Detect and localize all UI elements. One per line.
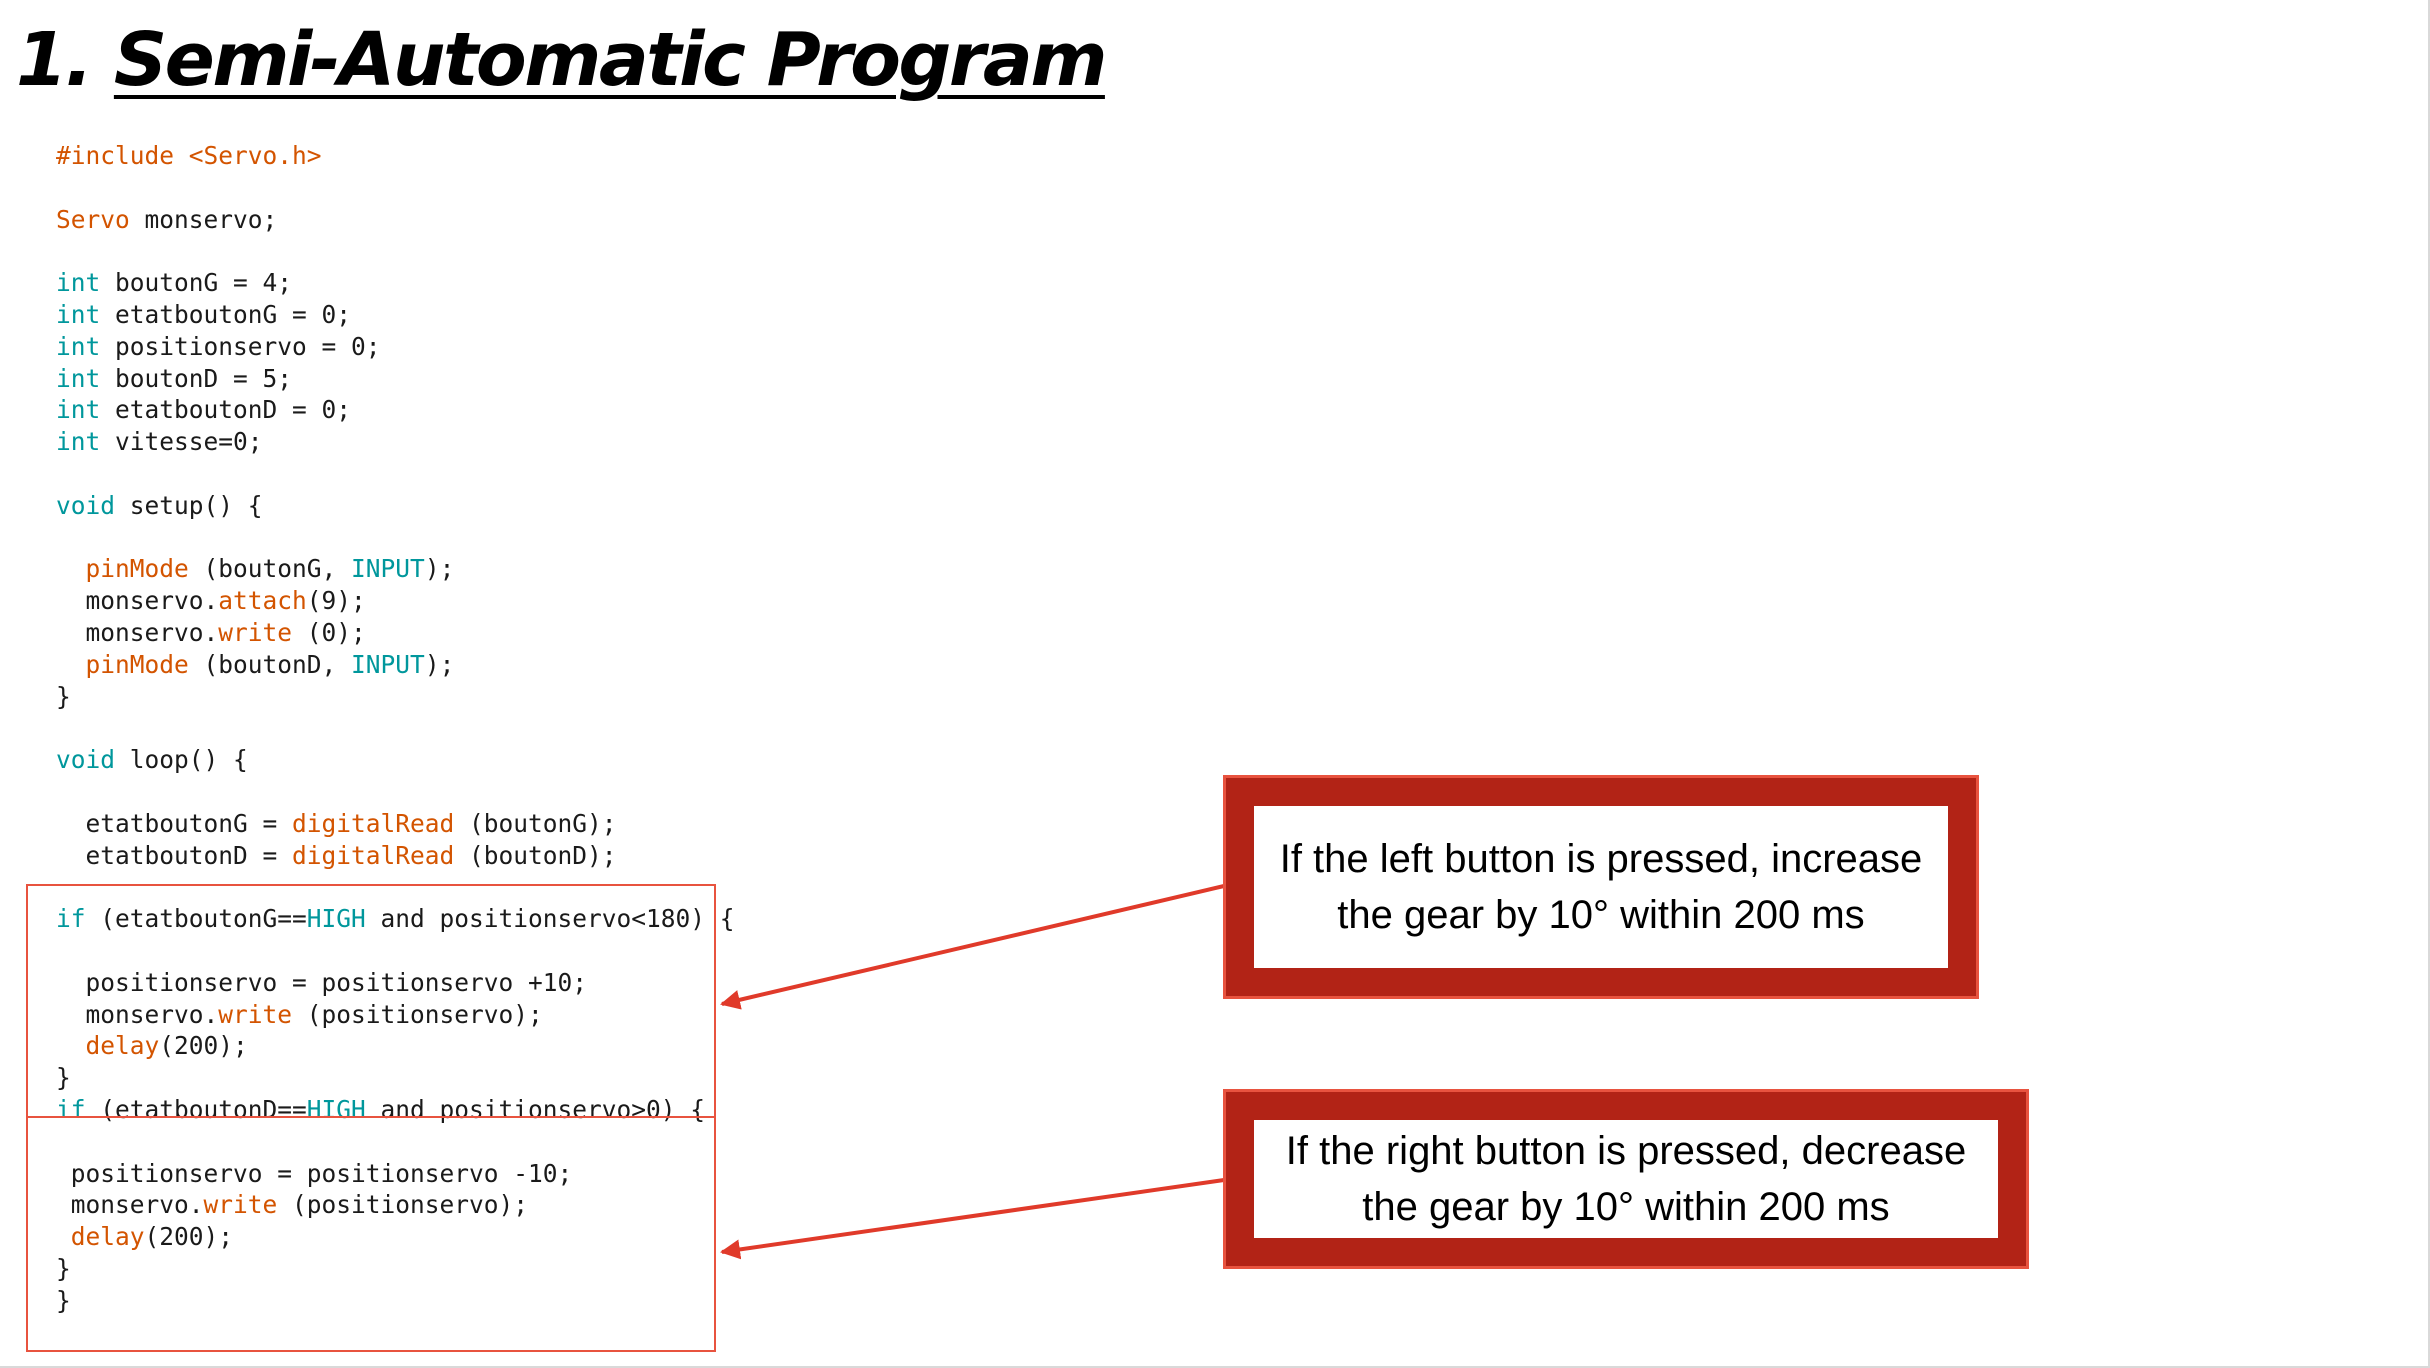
arrow-left-callout	[720, 884, 1225, 1010]
callout-left-text: If the left button is pressed, increase …	[1279, 837, 1923, 937]
callout-left-button: If the left button is pressed, increase …	[1223, 775, 1979, 999]
callout-arrows	[720, 884, 1225, 1260]
callout-right-text: If the right button is pressed, decrease…	[1285, 1129, 1967, 1229]
callout-right-button: If the right button is pressed, decrease…	[1223, 1089, 2029, 1269]
arrow-right-callout	[720, 1178, 1225, 1260]
